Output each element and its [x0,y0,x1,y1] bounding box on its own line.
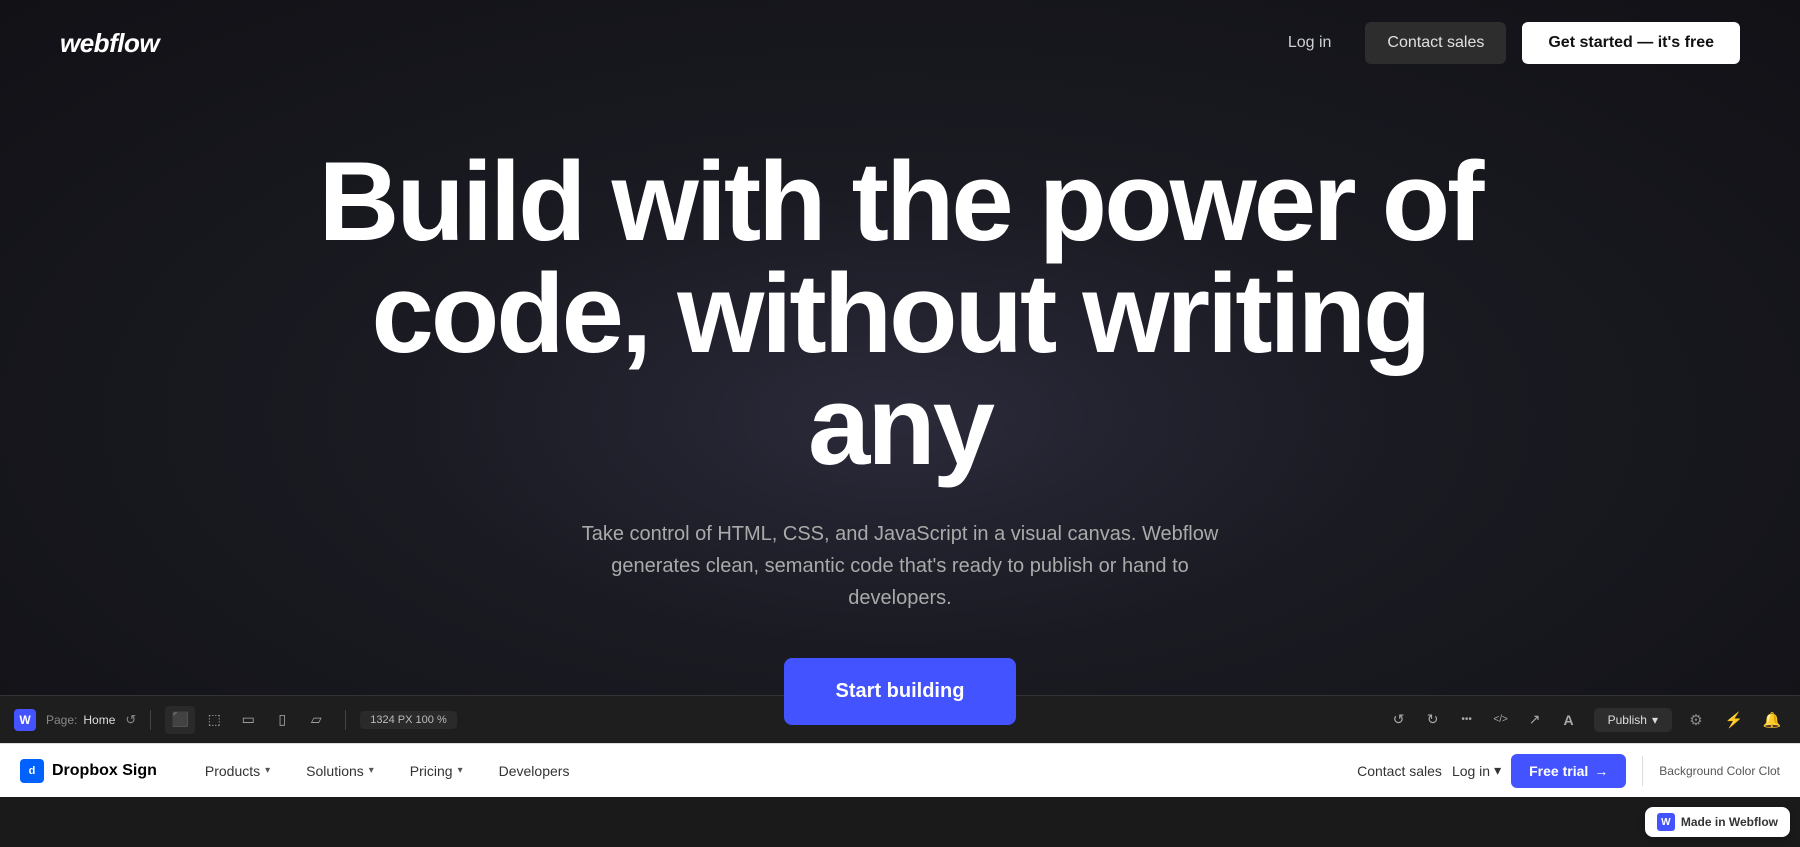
tablet-portrait-button[interactable]: ▭ [233,706,263,734]
webflow-editor-logo: W [14,709,36,731]
contact-sales-button[interactable]: Contact sales [1365,22,1506,64]
chevron-down-icon: ▾ [369,765,374,776]
lightning-button[interactable]: ⚡ [1720,706,1748,734]
browser-nav-items: Products ▾ Solutions ▾ Pricing ▾ Develop… [187,744,1357,798]
start-building-button[interactable]: Start building [784,658,1017,725]
tablet-landscape-button[interactable]: ⬚ [199,706,229,734]
nav-right: Log in Contact sales Get started — it's … [1270,22,1740,64]
made-in-webflow-badge[interactable]: W Made in Webflow [1645,807,1790,837]
separator [150,710,151,730]
separator-3 [1642,756,1643,786]
browser-nav-solutions[interactable]: Solutions ▾ [288,744,392,798]
browser-free-trial-button[interactable]: Free trial → [1511,754,1626,788]
notifications-button[interactable]: 🔔 [1758,706,1786,734]
login-link[interactable]: Log in [1270,24,1350,62]
made-in-webflow-label: Made in Webflow [1681,815,1778,829]
page-name: Home [83,713,115,727]
hero-title: Build with the power of code, without wr… [300,146,1500,482]
dropbox-logo-area: d Dropbox Sign [20,759,157,783]
browser-contact-sales[interactable]: Contact sales [1357,763,1442,779]
browser-login[interactable]: Log in ▾ [1452,762,1501,779]
browser-nav-developers[interactable]: Developers [481,744,588,798]
webflow-badge-logo: W [1657,813,1675,831]
hero-content: Build with the power of code, without wr… [300,86,1500,725]
mobile-landscape-button[interactable]: ▯ [267,706,297,734]
chevron-down-icon: ▾ [458,765,463,776]
hero-section: webflow Log in Contact sales Get started… [0,0,1800,695]
browser-nav-right: Contact sales Log in ▾ Free trial → [1357,754,1626,788]
desktop-view-button[interactable]: ⬛ [165,706,195,734]
dropbox-logo-icon: d [20,759,44,783]
hero-title-line1: Build with the power of [319,139,1482,264]
dropbox-brand-name: Dropbox Sign [52,762,157,780]
text-style-button[interactable]: A [1554,706,1584,734]
settings-button[interactable]: ⚙ [1682,706,1710,734]
webflow-logo: webflow [60,28,159,59]
chevron-down-icon: ▾ [1494,762,1501,779]
page-label: Page: Home [46,713,115,727]
navigation: webflow Log in Contact sales Get started… [0,0,1800,86]
browser-nav-products[interactable]: Products ▾ [187,744,288,798]
get-started-button[interactable]: Get started — it's free [1522,22,1740,64]
chevron-down-icon: ▾ [1652,713,1658,727]
hero-title-line2: code, without writing any [372,251,1429,488]
browser-nav-pricing[interactable]: Pricing ▾ [392,744,481,798]
chevron-down-icon: ▾ [265,765,270,776]
browser-bar: d Dropbox Sign Products ▾ Solutions ▾ Pr… [0,743,1800,797]
hero-subtitle: Take control of HTML, CSS, and JavaScrip… [560,518,1240,614]
refresh-icon[interactable]: ↺ [125,712,136,728]
arrow-right-icon: → [1594,763,1608,779]
share-button[interactable]: ↗ [1520,706,1550,734]
publish-button[interactable]: Publish ▾ [1594,708,1672,732]
bg-color-clot-label: Background Color Clot [1659,764,1780,778]
